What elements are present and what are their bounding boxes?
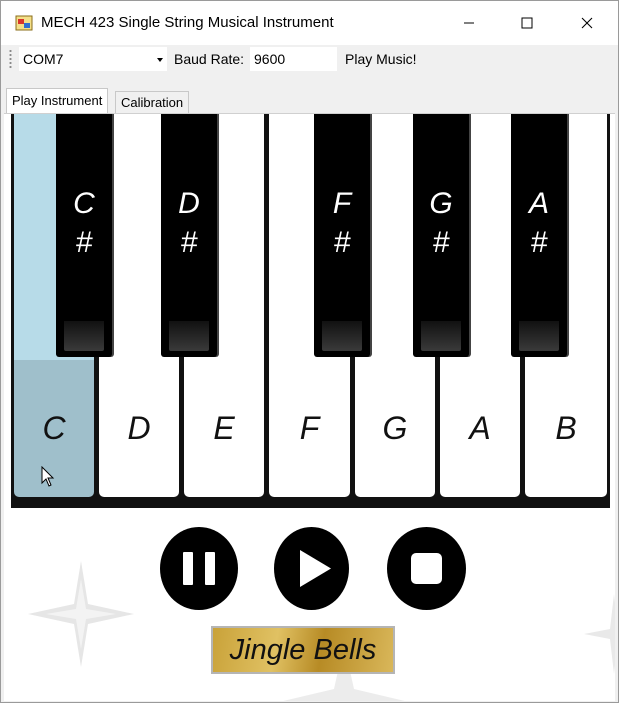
black-key-g-sharp[interactable]: G # xyxy=(413,114,469,357)
play-music-button[interactable]: Play Music! xyxy=(345,51,417,67)
app-icon xyxy=(15,15,33,31)
black-key-d-sharp[interactable]: D # xyxy=(161,114,217,357)
toolbar: COM7 Baud Rate: 9600 Play Music! xyxy=(1,45,618,73)
tab-play-instrument[interactable]: Play Instrument xyxy=(6,88,109,114)
port-select[interactable]: COM7 xyxy=(19,47,167,71)
key-label: D xyxy=(127,410,151,446)
key-label: B xyxy=(555,410,577,446)
window-title: MECH 423 Single String Musical Instrumen… xyxy=(41,14,334,31)
sharp-symbol: # xyxy=(530,226,548,259)
star-decoration-icon xyxy=(28,561,134,667)
tab-label: Play Instrument xyxy=(12,93,103,108)
chevron-down-icon[interactable] xyxy=(157,58,163,62)
baud-rate-input[interactable]: 9600 xyxy=(250,47,337,71)
black-key-a-sharp[interactable]: A # xyxy=(511,114,567,357)
sharp-symbol: # xyxy=(180,226,198,259)
mouse-cursor-icon xyxy=(41,466,55,487)
stop-icon xyxy=(387,527,466,610)
maximize-icon xyxy=(521,17,533,29)
key-label: D xyxy=(178,187,200,220)
key-label: C xyxy=(73,187,95,220)
tab-calibration[interactable]: Calibration xyxy=(115,91,190,114)
port-select-value: COM7 xyxy=(23,51,64,67)
toolbar-grip[interactable] xyxy=(9,49,12,69)
key-label: A xyxy=(528,187,549,220)
star-decoration-icon xyxy=(584,594,615,674)
piano-keyboard: C D E F G A B C # D # F # G # A # xyxy=(11,114,610,508)
maximize-button[interactable] xyxy=(498,1,556,45)
black-key-c-sharp[interactable]: C # xyxy=(56,114,112,357)
stop-button[interactable] xyxy=(386,526,467,616)
play-icon xyxy=(274,527,349,610)
song-select-button[interactable]: Jingle Bells xyxy=(211,626,395,674)
minimize-icon xyxy=(464,22,474,24)
key-label: G xyxy=(429,187,453,220)
sharp-symbol: # xyxy=(432,226,450,259)
tab-label: Calibration xyxy=(121,95,184,110)
key-label: F xyxy=(299,410,320,446)
song-label: Jingle Bells xyxy=(229,633,377,666)
pause-button[interactable] xyxy=(159,526,239,616)
key-label: E xyxy=(213,410,235,446)
tab-strip: Play Instrument Calibration xyxy=(1,73,618,114)
baud-rate-value: 9600 xyxy=(254,51,286,67)
black-key-f-sharp[interactable]: F # xyxy=(314,114,370,357)
sharp-symbol: # xyxy=(75,226,93,259)
sharp-symbol: # xyxy=(333,226,351,259)
close-button[interactable] xyxy=(558,1,616,45)
key-label: C xyxy=(42,410,66,446)
app-window: MECH 423 Single String Musical Instrumen… xyxy=(0,0,619,703)
close-icon xyxy=(581,17,593,29)
title-bar[interactable]: MECH 423 Single String Musical Instrumen… xyxy=(1,1,618,45)
minimize-button[interactable] xyxy=(440,1,498,45)
play-button[interactable] xyxy=(273,526,350,616)
baud-rate-label: Baud Rate: xyxy=(174,51,245,67)
key-label: A xyxy=(469,410,491,446)
pause-icon xyxy=(160,527,238,610)
key-label: G xyxy=(382,410,408,446)
key-label: F xyxy=(332,187,352,220)
play-instrument-panel: C D E F G A B C # D # F # G # A # Jingle… xyxy=(4,113,615,701)
